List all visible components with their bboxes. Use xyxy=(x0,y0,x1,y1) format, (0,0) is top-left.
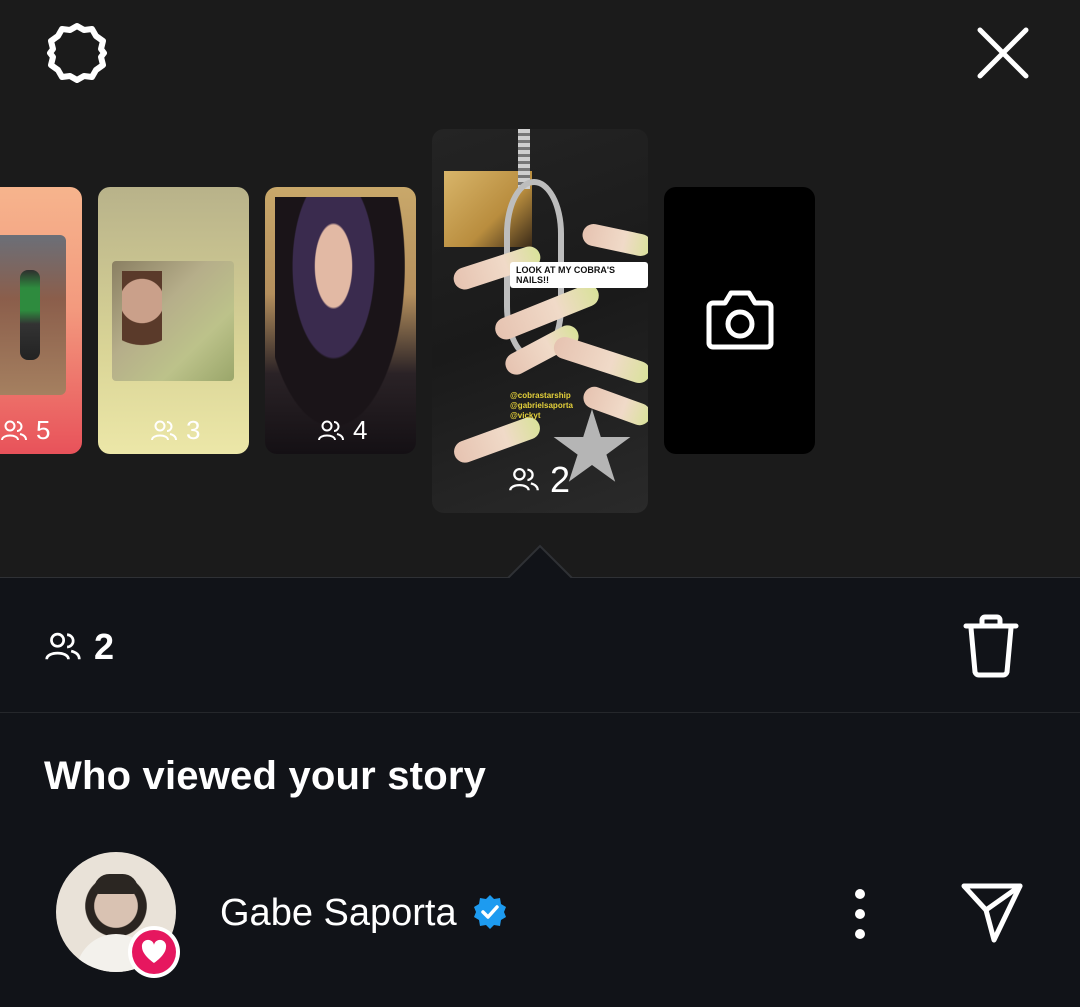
story-view-count-text: 3 xyxy=(186,415,201,445)
close-icon xyxy=(977,27,1029,79)
viewers-icon xyxy=(509,468,539,491)
camera-icon xyxy=(706,290,774,350)
story-image xyxy=(0,235,66,395)
story-thumbnail[interactable]: 5 xyxy=(0,187,82,454)
mention-tag: @gabrielsaporta xyxy=(510,401,573,410)
story-view-count-text: 5 xyxy=(36,415,51,445)
mention-tag: @vickyt xyxy=(510,411,541,420)
settings-icon xyxy=(47,23,107,83)
viewers-icon xyxy=(318,420,344,440)
viewers-icon xyxy=(1,420,27,440)
story-sticker: LOOK AT MY COBRA'S NAILS!! xyxy=(510,262,648,288)
story-view-count: 2 xyxy=(508,459,570,501)
selection-pointer xyxy=(0,544,1080,580)
story-thumbnail[interactable]: 3 xyxy=(98,187,249,454)
story-view-count: 5 xyxy=(0,415,50,446)
viewers-icon xyxy=(151,420,177,440)
story-image xyxy=(275,197,405,427)
send-icon xyxy=(961,883,1023,943)
mention-tag: @cobrastarship xyxy=(510,391,571,400)
verified-badge-icon xyxy=(474,895,506,929)
story-view-count-text: 2 xyxy=(550,459,571,500)
viewers-section-title: Who viewed your story xyxy=(44,754,487,798)
more-options-button[interactable] xyxy=(846,886,874,942)
story-view-count: 3 xyxy=(150,415,200,446)
send-message-button[interactable] xyxy=(958,878,1026,946)
settings-button[interactable] xyxy=(44,20,110,86)
add-story-camera-button[interactable] xyxy=(664,187,815,454)
viewer-list-item[interactable]: Gabe Saporta xyxy=(0,848,1080,998)
viewer-username[interactable]: Gabe Saporta xyxy=(220,892,457,935)
more-vertical-icon xyxy=(855,889,865,939)
story-details-panel: 2 Who viewed your story Gabe Saporta xyxy=(0,578,1080,1007)
selected-story-view-count[interactable]: 2 xyxy=(44,626,114,668)
heart-icon xyxy=(141,939,167,963)
story-view-count: 4 xyxy=(317,415,367,446)
story-image xyxy=(112,261,234,381)
viewers-icon xyxy=(45,632,81,660)
story-thumbnail[interactable]: 4 xyxy=(265,187,416,454)
story-mentions: @cobrastarship @gabrielsaporta @vickyt xyxy=(510,391,573,421)
liked-badge xyxy=(128,926,180,978)
view-count-text: 2 xyxy=(94,626,115,667)
trash-icon xyxy=(963,614,1019,678)
story-view-count-text: 4 xyxy=(353,415,368,445)
delete-story-button[interactable] xyxy=(962,614,1020,678)
story-thumbnail-selected[interactable]: LOOK AT MY COBRA'S NAILS!! @cobrastarshi… xyxy=(432,129,648,513)
story-carousel-area: 5 3 4 LOOK AT MY COBRA'S NAILS!! @cobras… xyxy=(0,0,1080,580)
close-button[interactable] xyxy=(972,22,1034,84)
selected-story-stats: 2 xyxy=(0,578,1080,713)
